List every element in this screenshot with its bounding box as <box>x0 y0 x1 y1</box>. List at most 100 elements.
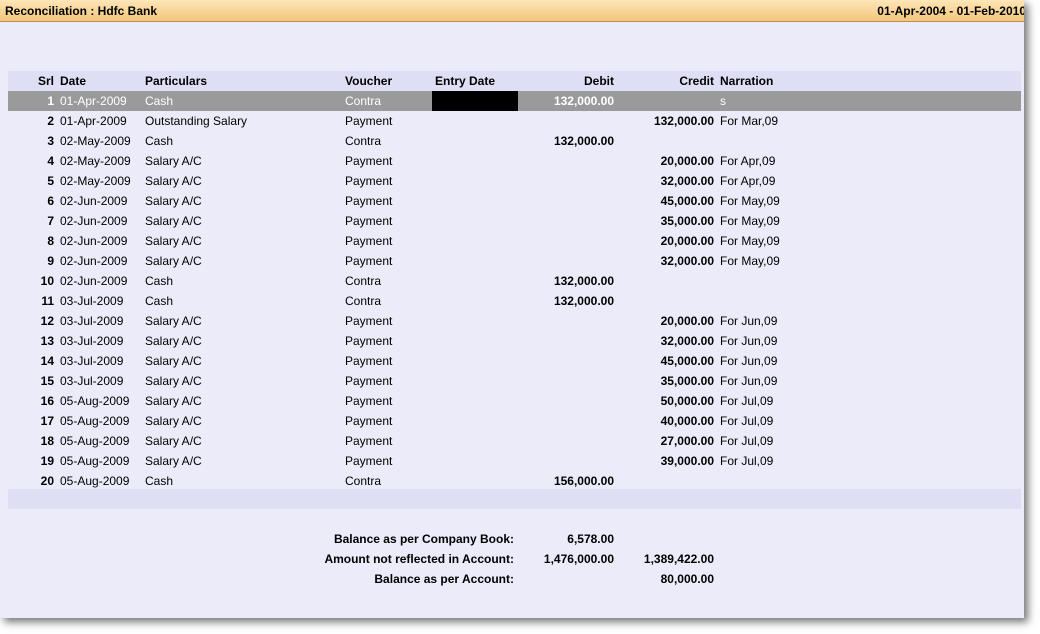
row-srl: 17 <box>40 414 54 428</box>
row-voucher: Payment <box>345 374 393 388</box>
table-row[interactable]: 14 03-Jul-2009 Salary A/C Payment 45,000.00 F… <box>8 351 1021 371</box>
blank-entry-row[interactable] <box>8 489 1021 509</box>
row-date: 02-May-2009 <box>60 154 131 168</box>
row-narration: For Jun,09 <box>720 334 778 348</box>
row-voucher: Payment <box>345 234 393 248</box>
row-credit: 32,000.00 <box>660 254 714 268</box>
table-row[interactable]: 18 05-Aug-2009 Salary A/C Payment 27,000.00 F… <box>8 431 1021 451</box>
row-srl: 10 <box>40 274 54 288</box>
table-row[interactable]: 1 01-Apr-2009 Cash Contra 132,000.00 s <box>8 91 1021 111</box>
row-particulars: Salary A/C <box>145 254 202 268</box>
summary-label: Balance as per Account: <box>374 572 514 586</box>
row-particulars: Salary A/C <box>145 154 202 168</box>
row-narration: For Apr,09 <box>720 154 776 168</box>
row-narration: For Jul,09 <box>720 394 774 408</box>
row-srl: 6 <box>47 194 54 208</box>
row-credit: 27,000.00 <box>660 434 714 448</box>
column-header-debit: Debit <box>584 74 614 88</box>
row-particulars: Salary A/C <box>145 214 202 228</box>
row-srl: 7 <box>47 214 54 228</box>
summary-label: Amount not reflected in Account: <box>324 552 514 566</box>
column-header-credit: Credit <box>679 74 714 88</box>
column-header-voucher: Voucher <box>345 74 393 88</box>
table-row[interactable]: 19 05-Aug-2009 Salary A/C Payment 39,000.00 F… <box>8 451 1021 471</box>
row-date: 02-May-2009 <box>60 134 131 148</box>
summary-label: Balance as per Company Book: <box>333 532 514 546</box>
period-range: 01-Apr-2004 - 01-Feb-2010 <box>877 4 1024 18</box>
row-srl: 13 <box>40 334 54 348</box>
row-date: 01-Apr-2009 <box>60 114 127 128</box>
row-voucher: Payment <box>345 114 393 128</box>
row-date: 05-Aug-2009 <box>60 394 130 408</box>
row-voucher: Contra <box>345 134 382 148</box>
row-srl: 3 <box>47 134 54 148</box>
table-row[interactable]: 4 02-May-2009 Salary A/C Payment 20,000.00 Fo… <box>8 151 1021 171</box>
row-particulars: Salary A/C <box>145 394 202 408</box>
table-row[interactable]: 11 03-Jul-2009 Cash Contra 132,000.00 <box>8 291 1021 311</box>
row-srl: 4 <box>47 154 54 168</box>
row-narration: s <box>720 94 726 108</box>
row-particulars: Outstanding Salary <box>145 114 248 128</box>
row-date: 02-Jun-2009 <box>60 254 128 268</box>
row-particulars: Salary A/C <box>145 174 202 188</box>
row-date: 05-Aug-2009 <box>60 454 130 468</box>
row-date: 02-Jun-2009 <box>60 234 128 248</box>
row-date: 03-Jul-2009 <box>60 334 124 348</box>
row-narration: For Jun,09 <box>720 374 778 388</box>
entry-date-input[interactable] <box>432 91 518 111</box>
row-date: 05-Aug-2009 <box>60 434 130 448</box>
row-voucher: Payment <box>345 214 393 228</box>
row-credit: 132,000.00 <box>653 114 714 128</box>
row-particulars: Salary A/C <box>145 314 202 328</box>
title-bar: Reconciliation : Hdfc Bank 01-Apr-2004 -… <box>0 0 1024 22</box>
row-voucher: Contra <box>345 274 382 288</box>
row-particulars: Salary A/C <box>145 374 202 388</box>
row-srl: 2 <box>47 114 54 128</box>
table-row[interactable]: 9 02-Jun-2009 Salary A/C Payment 32,000.00 Fo… <box>8 251 1021 271</box>
row-voucher: Contra <box>345 294 382 308</box>
table-row[interactable]: 17 05-Aug-2009 Salary A/C Payment 40,000.00 F… <box>8 411 1021 431</box>
table-row[interactable]: 10 02-Jun-2009 Cash Contra 132,000.00 <box>8 271 1021 291</box>
table-row[interactable]: 15 03-Jul-2009 Salary A/C Payment 35,000.00 F… <box>8 371 1021 391</box>
row-srl: 15 <box>40 374 54 388</box>
row-narration: For Apr,09 <box>720 174 776 188</box>
row-voucher: Payment <box>345 354 393 368</box>
table-row[interactable]: 8 02-Jun-2009 Salary A/C Payment 20,000.00 Fo… <box>8 231 1021 251</box>
column-header-entry-date: Entry Date <box>435 74 496 88</box>
table-row[interactable]: 5 02-May-2009 Salary A/C Payment 32,000.00 Fo… <box>8 171 1021 191</box>
row-credit: 35,000.00 <box>660 214 714 228</box>
row-particulars: Salary A/C <box>145 414 202 428</box>
row-narration: For Jul,09 <box>720 434 774 448</box>
table-row[interactable]: 7 02-Jun-2009 Salary A/C Payment 35,000.00 Fo… <box>8 211 1021 231</box>
reconciliation-window: Reconciliation : Hdfc Bank 01-Apr-2004 -… <box>0 0 1024 618</box>
row-date: 03-Jul-2009 <box>60 314 124 328</box>
row-srl: 9 <box>47 254 54 268</box>
row-particulars: Cash <box>145 134 174 148</box>
row-credit: 40,000.00 <box>660 414 714 428</box>
table-row[interactable]: 2 01-Apr-2009 Outstanding Salary Payment 132… <box>8 111 1021 131</box>
table-row[interactable]: 3 02-May-2009 Cash Contra 132,000.00 <box>8 131 1021 151</box>
row-date: 05-Aug-2009 <box>60 474 130 488</box>
row-voucher: Payment <box>345 394 393 408</box>
table-row[interactable]: 13 03-Jul-2009 Salary A/C Payment 32,000.00 F… <box>8 331 1021 351</box>
row-narration: For May,09 <box>720 254 780 268</box>
summary-credit: 80,000.00 <box>660 572 714 586</box>
table-row[interactable]: 6 02-Jun-2009 Salary A/C Payment 45,000.00 Fo… <box>8 191 1021 211</box>
row-particulars: Salary A/C <box>145 454 202 468</box>
summary-line: Balance as per Account: 80,000.00 <box>0 569 1024 589</box>
column-header-date: Date <box>60 74 87 88</box>
row-debit: 132,000.00 <box>553 294 614 308</box>
row-credit: 45,000.00 <box>660 354 714 368</box>
row-date: 02-Jun-2009 <box>60 214 128 228</box>
table-row[interactable]: 16 05-Aug-2009 Salary A/C Payment 50,000.00 F… <box>8 391 1021 411</box>
table-row[interactable]: 20 05-Aug-2009 Cash Contra 156,000.00 <box>8 471 1021 491</box>
column-header-narration: Narration <box>720 74 774 88</box>
row-srl: 5 <box>47 174 54 188</box>
table-row[interactable]: 12 03-Jul-2009 Salary A/C Payment 20,000.00 F… <box>8 311 1021 331</box>
summary-line: Balance as per Company Book: 6,578.00 <box>0 529 1024 549</box>
row-narration: For May,09 <box>720 194 780 208</box>
summary-line: Amount not reflected in Account: 1,476,00… <box>0 549 1024 569</box>
row-voucher: Payment <box>345 414 393 428</box>
row-voucher: Payment <box>345 154 393 168</box>
row-voucher: Payment <box>345 454 393 468</box>
